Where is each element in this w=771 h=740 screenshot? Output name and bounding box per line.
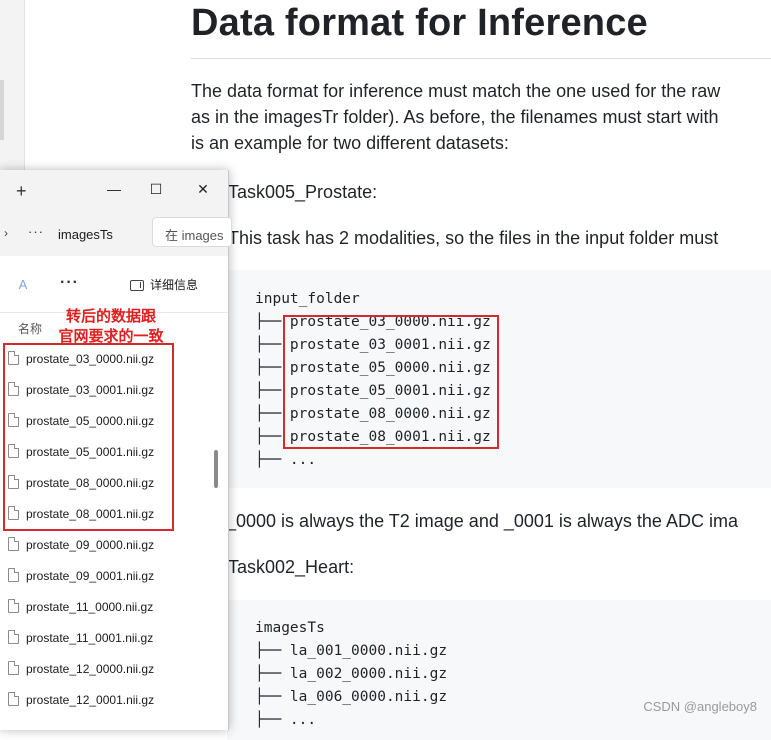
file-icon	[8, 537, 19, 551]
annotation-line: 转后的数据跟	[65, 307, 156, 325]
file-icon	[8, 599, 19, 613]
task1-text: This task has 2 modalities, so the files…	[228, 228, 719, 248]
breadcrumb[interactable]: imagesTs	[58, 227, 113, 242]
task2-heading: Task002_Heart:	[228, 557, 355, 577]
search-input[interactable]: 在 images	[152, 217, 232, 247]
file-icon	[8, 630, 19, 644]
task1-heading: Task005_Prostate:	[228, 182, 378, 202]
paragraph-line: as in the imagesTr folder). As before, t…	[191, 107, 719, 127]
code-line: ├── la_002_0000.nii.gz	[255, 666, 448, 682]
file-highlight-box	[3, 343, 174, 531]
list-item[interactable]: prostate_12_0001.nii.gz	[8, 685, 208, 716]
file-icon	[8, 692, 19, 706]
details-label: 详细信息	[150, 278, 199, 292]
file-name: prostate_09_0000.nii.gz	[26, 538, 155, 552]
translate-icon[interactable]: A	[14, 276, 32, 294]
list-item[interactable]: prostate_09_0001.nii.gz	[8, 561, 208, 592]
paragraph-line: is an example for two different datasets…	[191, 133, 509, 153]
file-name: prostate_12_0000.nii.gz	[26, 662, 155, 676]
details-pane-icon	[130, 280, 144, 291]
file-name: prostate_12_0001.nii.gz	[26, 693, 155, 707]
file-name: prostate_11_0000.nii.gz	[26, 600, 154, 614]
title-divider	[191, 58, 771, 59]
paragraph-line: The data format for inference must match…	[191, 81, 721, 101]
details-button[interactable]: 详细信息	[130, 276, 198, 293]
sidebar-marker	[0, 80, 4, 140]
task1-note: _0000 is always the T2 image and _0001 i…	[226, 511, 738, 531]
list-item[interactable]: prostate_12_0000.nii.gz	[8, 654, 208, 685]
minimize-button[interactable]: —	[104, 179, 124, 199]
title-bar: + — ☐ ✕	[0, 170, 228, 208]
chevron-right-icon[interactable]: ›	[4, 226, 8, 240]
list-item[interactable]: prostate_11_0000.nii.gz	[8, 592, 208, 623]
column-header-name[interactable]: 名称	[18, 320, 42, 337]
code-line: ├── la_001_0000.nii.gz	[255, 643, 448, 659]
file-icon	[8, 568, 19, 582]
intro-paragraph: The data format for inference must match…	[191, 78, 771, 156]
scrollbar-thumb[interactable]	[214, 450, 218, 488]
code-line: ├── la_006_0000.nii.gz	[255, 689, 448, 705]
annotation-note: 转后的数据跟 官网要求的一致	[40, 306, 182, 346]
code-line: ├── ...	[255, 452, 317, 468]
address-bar: › ··· imagesTs 在 images	[0, 208, 232, 256]
code-highlight-box	[283, 315, 499, 449]
list-item[interactable]: prostate_09_0000.nii.gz	[8, 530, 208, 561]
task2-code-block: imagesTs ├── la_001_0000.nii.gz ├── la_0…	[227, 600, 771, 740]
code-line: input_folder	[255, 291, 360, 307]
close-button[interactable]: ✕	[193, 179, 213, 199]
command-bar: A ··· 详细信息	[0, 256, 228, 313]
watermark: CSDN @angleboy8	[643, 699, 757, 714]
file-icon	[8, 661, 19, 675]
file-name: prostate_11_0001.nii.gz	[26, 631, 154, 645]
code-line: ├── ...	[255, 712, 317, 728]
page-title: Data format for Inference	[191, 2, 648, 44]
file-name: prostate_09_0001.nii.gz	[26, 569, 155, 583]
more-options-button[interactable]: ···	[60, 274, 79, 292]
code-line: imagesTs	[255, 620, 325, 636]
path-overflow-button[interactable]: ···	[28, 224, 44, 239]
list-item[interactable]: prostate_11_0001.nii.gz	[8, 623, 208, 654]
maximize-button[interactable]: ☐	[146, 179, 166, 199]
new-tab-button[interactable]: +	[16, 182, 27, 200]
